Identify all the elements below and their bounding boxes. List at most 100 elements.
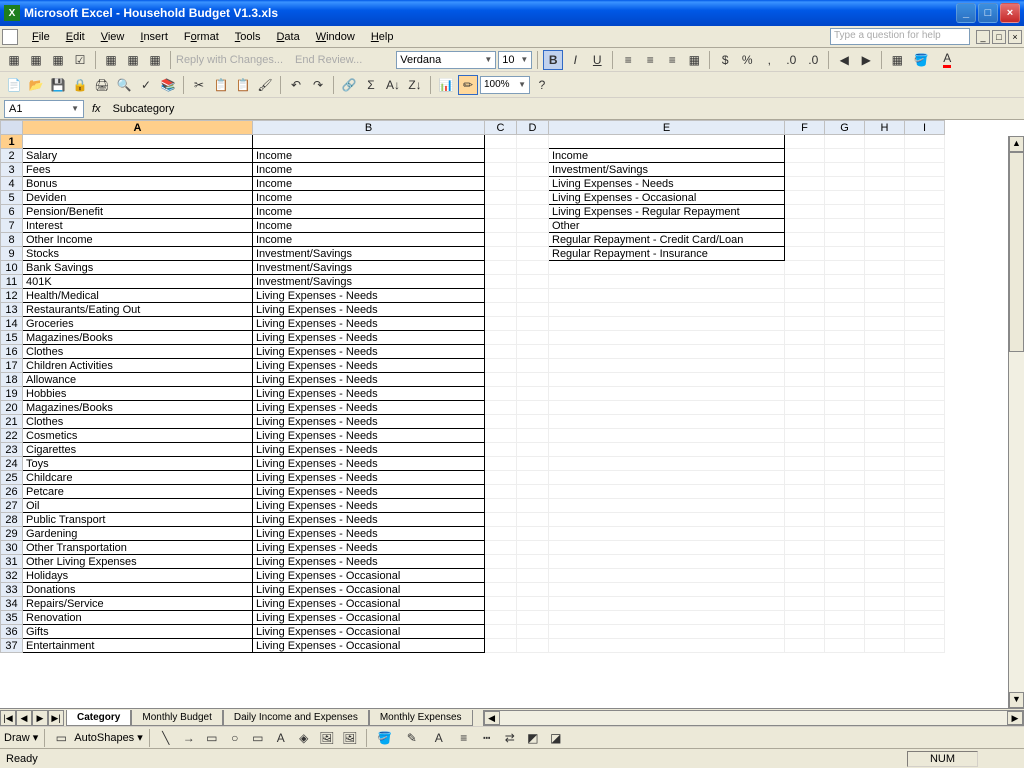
cell[interactable]: Living Expenses - Needs <box>253 541 485 555</box>
line-style-button[interactable]: ≡ <box>454 728 474 748</box>
arrow-style-button[interactable]: ⇄ <box>500 728 520 748</box>
cell[interactable] <box>517 247 549 261</box>
cell[interactable] <box>549 289 785 303</box>
cell[interactable] <box>517 625 549 639</box>
cell[interactable] <box>785 303 825 317</box>
cell[interactable] <box>905 177 945 191</box>
cell[interactable]: Restaurants/Eating Out <box>23 303 253 317</box>
cell[interactable] <box>785 163 825 177</box>
3d-button[interactable]: ◪ <box>546 728 566 748</box>
cell[interactable]: Living Expenses - Needs <box>253 387 485 401</box>
cell[interactable] <box>905 233 945 247</box>
cell[interactable] <box>785 611 825 625</box>
cell[interactable] <box>549 527 785 541</box>
cell[interactable] <box>905 597 945 611</box>
undo-button[interactable]: ↶ <box>286 75 306 95</box>
research-button[interactable]: 📚 <box>158 75 178 95</box>
cell[interactable] <box>865 219 905 233</box>
cell[interactable]: Bank Savings <box>23 261 253 275</box>
sort-desc-button[interactable]: Z↓ <box>405 75 425 95</box>
col-header-d[interactable]: D <box>517 121 549 135</box>
cell[interactable] <box>865 429 905 443</box>
cell[interactable] <box>825 429 865 443</box>
cell[interactable] <box>485 443 517 457</box>
font-name-select[interactable]: Verdana▼ <box>396 51 496 69</box>
cell[interactable] <box>785 457 825 471</box>
cell[interactable] <box>785 555 825 569</box>
cell[interactable]: Gifts <box>23 625 253 639</box>
cell[interactable] <box>785 513 825 527</box>
cell[interactable] <box>905 625 945 639</box>
cell[interactable] <box>865 247 905 261</box>
cell[interactable] <box>865 163 905 177</box>
cell[interactable] <box>825 387 865 401</box>
cell[interactable] <box>825 401 865 415</box>
cell[interactable] <box>485 541 517 555</box>
copy-button[interactable]: 📋 <box>211 75 231 95</box>
cell[interactable] <box>905 443 945 457</box>
cell[interactable] <box>825 527 865 541</box>
col-header-g[interactable]: G <box>825 121 865 135</box>
cell[interactable] <box>825 485 865 499</box>
cell[interactable]: Category <box>253 135 485 149</box>
cell[interactable] <box>865 485 905 499</box>
cell[interactable]: Living Expenses - Needs <box>253 471 485 485</box>
row-header[interactable]: 19 <box>1 387 23 401</box>
cell[interactable] <box>785 485 825 499</box>
cell[interactable]: Living Expenses - Needs <box>253 499 485 513</box>
cell[interactable] <box>825 541 865 555</box>
cell[interactable]: Cosmetics <box>23 429 253 443</box>
cell[interactable] <box>825 499 865 513</box>
autosum-button[interactable]: Σ <box>361 75 381 95</box>
cell[interactable] <box>865 513 905 527</box>
cell[interactable] <box>485 219 517 233</box>
cell[interactable] <box>485 345 517 359</box>
cell[interactable] <box>825 513 865 527</box>
cell[interactable] <box>517 387 549 401</box>
cell[interactable] <box>785 443 825 457</box>
row-header[interactable]: 5 <box>1 191 23 205</box>
cell[interactable] <box>517 135 549 149</box>
vertical-scrollbar[interactable]: ▲ ▼ <box>1008 136 1024 708</box>
cell[interactable]: Clothes <box>23 415 253 429</box>
cell[interactable]: Salary <box>23 149 253 163</box>
cell[interactable] <box>865 233 905 247</box>
cell[interactable] <box>485 359 517 373</box>
tab-nav-last[interactable]: ▶| <box>48 710 64 726</box>
doc-close-button[interactable]: × <box>1008 30 1022 44</box>
cell[interactable]: Groceries <box>23 317 253 331</box>
cell[interactable]: Living Expenses - Needs <box>253 415 485 429</box>
cell[interactable] <box>865 149 905 163</box>
cell[interactable] <box>825 219 865 233</box>
cell[interactable] <box>825 233 865 247</box>
tb-unknown-2[interactable]: ▦ <box>26 50 46 70</box>
wordart-button[interactable]: A <box>271 728 291 748</box>
increase-decimal-button[interactable]: .0 <box>781 50 801 70</box>
cell[interactable] <box>485 317 517 331</box>
cell[interactable] <box>485 513 517 527</box>
cell[interactable] <box>825 163 865 177</box>
cell[interactable] <box>905 387 945 401</box>
cell[interactable] <box>485 331 517 345</box>
cell[interactable] <box>517 611 549 625</box>
cell[interactable] <box>485 247 517 261</box>
cell[interactable]: Living Expenses - Occasional <box>253 583 485 597</box>
cell[interactable]: Living Expenses - Needs <box>253 303 485 317</box>
cell[interactable]: Public Transport <box>23 513 253 527</box>
cell[interactable] <box>517 471 549 485</box>
row-header[interactable]: 22 <box>1 429 23 443</box>
dash-style-button[interactable]: ┅ <box>477 728 497 748</box>
save-button[interactable]: 💾 <box>48 75 68 95</box>
cell[interactable] <box>785 247 825 261</box>
cell[interactable] <box>549 513 785 527</box>
shadow-button[interactable]: ◩ <box>523 728 543 748</box>
cell[interactable] <box>905 149 945 163</box>
cell[interactable]: Hobbies <box>23 387 253 401</box>
row-header[interactable]: 20 <box>1 401 23 415</box>
worksheet-grid[interactable]: A B C D E F G H I 1 Subcategory Category… <box>0 120 945 653</box>
textbox-button[interactable]: ▭ <box>248 728 268 748</box>
cell[interactable]: Clothes <box>23 345 253 359</box>
cell[interactable] <box>825 191 865 205</box>
cell[interactable] <box>485 527 517 541</box>
rectangle-button[interactable]: ▭ <box>202 728 222 748</box>
